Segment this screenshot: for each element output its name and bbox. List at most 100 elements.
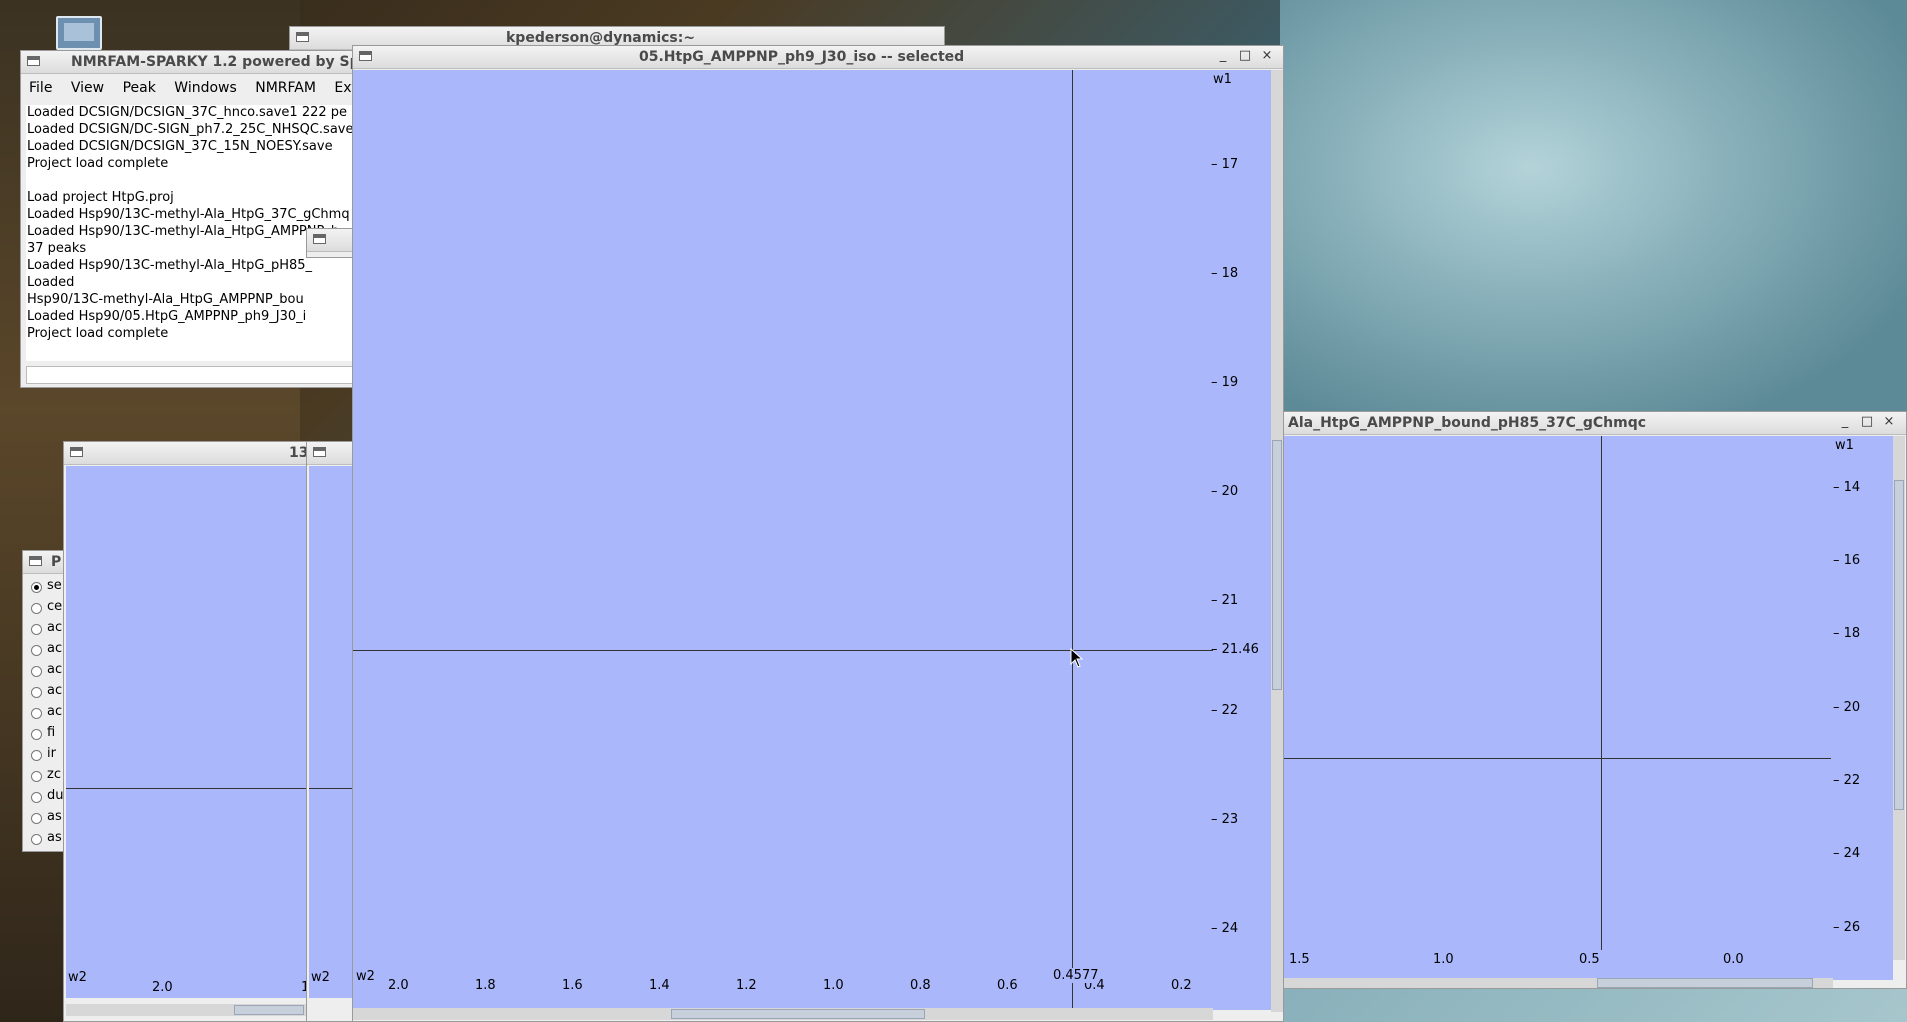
y-tick: – 24 [1211,921,1239,936]
spectrum-right-titlebar[interactable]: Ala_HtpG_AMPPNP_bound_pH85_37C_gChmqc _ … [1271,412,1906,435]
y-tick: – 20 [1211,484,1239,499]
option-label: as [47,830,62,845]
spectrum-window-back-3[interactable] [306,228,354,258]
x-tick: 1.6 [562,978,583,993]
y-tick: – 24 [1833,846,1861,861]
option-label: zc [47,767,61,782]
option-label: ac [47,683,63,698]
crosshair-horizontal [1271,758,1831,759]
close-button[interactable]: × [1259,48,1275,64]
window-menu-icon[interactable] [70,447,83,457]
x-tick: 1.2 [736,978,757,993]
desktop-wallpaper-highlight [1280,0,1907,420]
y-tick: – 22 [1833,773,1861,788]
spectrum-back-1-plot[interactable] [66,466,312,998]
menu-nmrfam[interactable]: NMRFAM [255,80,316,96]
window-menu-icon[interactable] [27,56,40,66]
x-tick: 0.0 [1723,952,1744,967]
menu-bar: File View Peak Windows NMRFAM Extensions [29,80,359,96]
spectrum-back-1-titlebar[interactable]: 13 [64,442,312,465]
y-tick: – 18 [1211,266,1239,281]
horizontal-scrollbar[interactable] [1271,978,1833,988]
horizontal-scrollbar[interactable] [353,1008,1213,1020]
radio-option[interactable] [31,708,42,719]
menu-peak[interactable]: Peak [123,80,156,96]
x-tick: 1.0 [823,978,844,993]
log-line: Loaded Hsp90/13C-methyl-Ala_HtpG_pH85_ [27,258,313,273]
radio-option[interactable] [31,624,42,635]
cursor-x-readout: 0.4577 [1053,968,1099,983]
spectrum-back-2-plot[interactable] [309,466,353,998]
log-line: Loaded DCSIGN/DCSIGN_37C_hnco.save1 222 … [27,105,348,120]
horizontal-scrollbar[interactable] [66,1004,312,1016]
log-line: Hsp90/13C-methyl-Ala_HtpG_AMPPNP_bou [27,292,304,307]
spectrum-window-selected[interactable]: 05.HtpG_AMPPNP_ph9_J30_iso -- selected _… [352,45,1284,1022]
x-tick: 1.4 [649,978,670,993]
menu-windows[interactable]: Windows [174,80,237,96]
command-input[interactable] [26,366,356,384]
log-line: Loaded Hsp90/05.HtpG_AMPPNP_ph9_J30_i [27,309,307,324]
spectrum-plot-area[interactable] [353,70,1271,1010]
scrollbar-thumb[interactable] [234,1005,304,1015]
radio-option[interactable] [31,666,42,677]
menu-file[interactable]: File [29,80,52,96]
scrollbar-thumb[interactable] [1597,978,1813,988]
radio-option[interactable] [31,603,42,614]
log-line: Project load complete [27,326,169,341]
sparky-main-window[interactable]: NMRFAM-SPARKY 1.2 powered by Sparky File… [20,50,360,388]
option-label: ac [47,620,63,635]
crosshair-vertical [1601,436,1602,950]
window-menu-icon[interactable] [313,447,326,457]
scrollbar-thumb[interactable] [1272,440,1282,690]
y-tick: – 26 [1833,920,1861,935]
spectrum-window-right[interactable]: Ala_HtpG_AMPPNP_bound_pH85_37C_gChmqc _ … [1270,411,1907,989]
sparky-main-title: NMRFAM-SPARKY 1.2 powered by Sparky [71,54,359,70]
minimize-button[interactable]: _ [1215,48,1231,64]
vertical-scrollbar[interactable] [1271,70,1283,1012]
spectrum-selected-title: 05.HtpG_AMPPNP_ph9_J30_iso -- selected [639,49,965,65]
w2-label: w2 [311,970,330,985]
option-label: se [47,578,62,593]
radio-option[interactable] [31,834,42,845]
terminal-title: kpederson@dynamics:~ [506,30,696,46]
crosshair-vertical [1072,70,1073,1010]
radio-option[interactable] [31,645,42,656]
menu-view[interactable]: View [71,80,104,96]
radio-option[interactable] [31,813,42,824]
radio-option[interactable] [31,792,42,803]
cursor-y-readout: – 21.46 [1211,642,1259,657]
spectrum-back-2-titlebar[interactable] [307,442,353,465]
minimize-button[interactable]: _ [1837,414,1853,430]
sparky-main-titlebar[interactable]: NMRFAM-SPARKY 1.2 powered by Sparky [21,51,359,74]
vertical-scrollbar[interactable] [1893,436,1905,960]
maximize-button[interactable]: □ [1237,48,1253,64]
spectrum-right-plot[interactable] [1271,436,1893,980]
radio-option[interactable] [31,582,42,593]
y-tick: – 18 [1833,626,1861,641]
window-menu-icon[interactable] [313,234,326,244]
scrollbar-thumb[interactable] [671,1009,925,1019]
w2-label: w2 [68,970,87,985]
spectrum-window-back-1[interactable]: 13 w2 2.0 1.8 [63,441,313,1022]
y-tick: – 20 [1833,700,1861,715]
x-tick: 1.8 [475,978,496,993]
spectrum-back-3-titlebar[interactable] [307,229,353,252]
spectrum-window-back-2[interactable]: w2 [306,441,354,1022]
spectrum-selected-titlebar[interactable]: 05.HtpG_AMPPNP_ph9_J30_iso -- selected _… [353,46,1283,69]
radio-option[interactable] [31,771,42,782]
window-menu-icon[interactable] [29,556,42,566]
radio-option[interactable] [31,750,42,761]
desktop-computer-icon[interactable] [56,16,102,50]
radio-option[interactable] [31,687,42,698]
w1-label: w1 [1213,72,1232,87]
scrollbar-thumb[interactable] [1894,480,1904,810]
x-tick: 0.2 [1171,978,1192,993]
close-button[interactable]: × [1881,414,1897,430]
radio-option[interactable] [31,729,42,740]
option-label: fi [47,725,56,740]
option-label: ce [47,599,63,614]
window-menu-icon[interactable] [359,51,372,61]
w2-label: w2 [356,969,375,984]
maximize-button[interactable]: □ [1859,414,1875,430]
